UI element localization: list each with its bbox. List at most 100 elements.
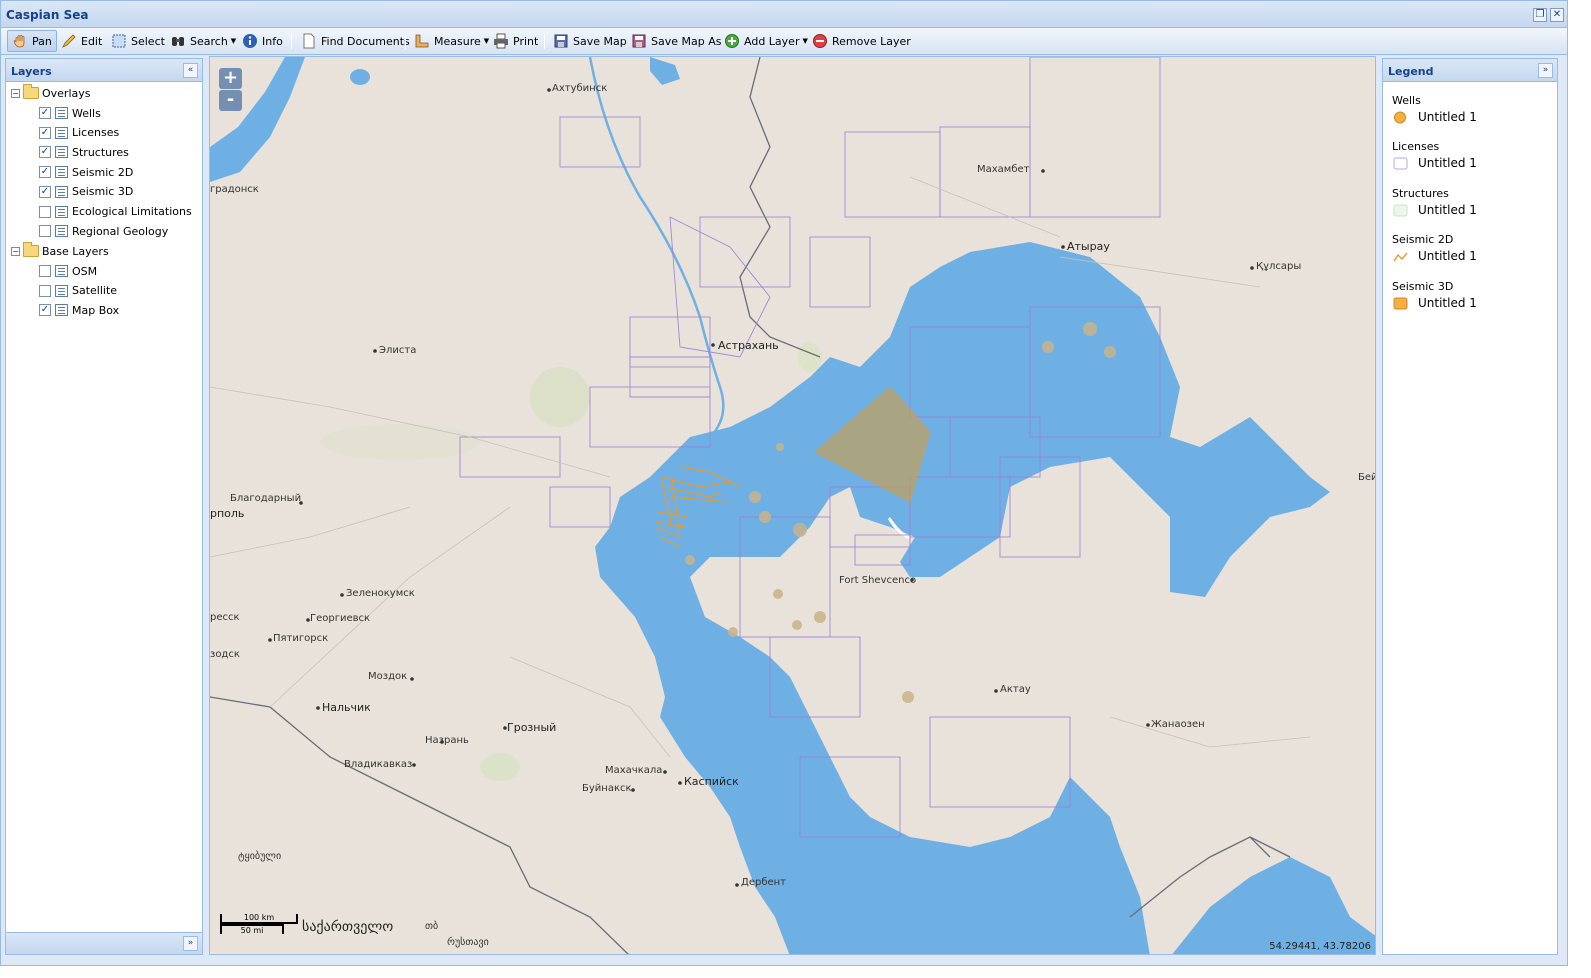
app-window: Caspian Sea ❐ ✕ Pan Edit Select Search ▼ …: [0, 0, 1568, 966]
layer-checkbox[interactable]: ✓: [39, 185, 51, 198]
layer-checkbox[interactable]: ✓: [39, 107, 51, 119]
legend-group-title: Structures: [1392, 186, 1449, 200]
layer-checkbox[interactable]: ✓: [39, 126, 51, 139]
layer-item[interactable]: OSM: [39, 261, 97, 281]
map-label-vladikavkaz: Владикавказ: [344, 759, 413, 770]
folder-icon: [23, 84, 39, 99]
map-label-opol: рполь: [210, 507, 245, 520]
layer-item[interactable]: Ecological Limitations: [39, 202, 192, 222]
map-label-astrakhan: Астрахань: [718, 339, 779, 352]
layer-item[interactable]: ✓ Seismic 3D: [39, 182, 133, 202]
legend-group: Seismic 3D Untitled 1: [1392, 280, 1477, 310]
restore-icon[interactable]: ❐: [1533, 8, 1547, 22]
layer-icon: [55, 304, 68, 317]
layer-icon: [55, 205, 68, 218]
window-title: Caspian Sea: [6, 8, 89, 22]
folder-label: Overlays: [42, 86, 91, 100]
measure-button[interactable]: Measure ▼: [410, 30, 493, 52]
collapse-left-icon[interactable]: «: [183, 63, 198, 78]
layer-item[interactable]: ✓ Seismic 2D: [39, 162, 133, 182]
scale-bar: 100 km 50 mi: [220, 914, 300, 940]
tree-folder-overlays[interactable]: − Overlays: [11, 83, 91, 103]
measure-label: Measure: [434, 34, 481, 48]
layer-item[interactable]: ✓ Licenses: [39, 123, 119, 143]
binoculars-icon: [170, 33, 186, 49]
info-icon: [242, 33, 258, 49]
chevron-down-icon: ▼: [230, 37, 237, 45]
map-label-georgia-small: თბ: [425, 921, 439, 932]
map-label-derbent: Дербент: [741, 877, 786, 888]
layer-item[interactable]: Regional Geology: [39, 221, 168, 241]
legend-group-title: Wells: [1392, 94, 1421, 107]
layer-checkbox[interactable]: [39, 205, 51, 218]
legend-entry-label: Untitled 1: [1418, 202, 1477, 217]
map-label-tkibuli: ტყიბული: [238, 851, 282, 862]
layer-checkbox[interactable]: ✓: [39, 304, 51, 317]
tree-folder-base-layers[interactable]: − Base Layers: [11, 241, 109, 261]
legend-group: Wells Untitled 1: [1392, 94, 1477, 124]
legend-entry: Untitled 1: [1393, 156, 1477, 170]
map-label-elista: Элиста: [379, 345, 417, 356]
map-label-rustavi: რუსთავი: [447, 937, 489, 948]
layer-checkbox[interactable]: [39, 225, 51, 238]
pan-label: Pan: [32, 34, 52, 48]
map-viewport[interactable]: + - Ахтубинск Махамбет Атырау Құлсары гр…: [209, 56, 1376, 955]
map-label-georgievsk: Георгиевск: [310, 613, 371, 624]
add-layer-button[interactable]: Add Layer ▼: [720, 30, 812, 52]
legend-group: Structures Untitled 1: [1392, 187, 1477, 217]
layer-icon: [55, 107, 68, 119]
map-label-atyrau: Атырау: [1067, 240, 1110, 253]
legend-swatch-icon: [1393, 111, 1408, 124]
zoom-in-button[interactable]: +: [219, 68, 242, 89]
collapse-toggle-icon[interactable]: −: [11, 88, 20, 98]
close-icon[interactable]: ✕: [1550, 8, 1564, 22]
layer-checkbox[interactable]: [39, 265, 51, 277]
zoom-out-button[interactable]: -: [219, 90, 242, 111]
title-bar: Caspian Sea ❐ ✕: [1, 1, 1567, 28]
map-label-blagodarny: Благодарный: [230, 493, 302, 504]
expand-down-icon[interactable]: »: [183, 936, 198, 951]
layer-item[interactable]: Satellite: [39, 281, 117, 301]
collapse-right-icon[interactable]: »: [1538, 63, 1553, 78]
map-label-fort-shevcenco: Fort Shevcenco: [839, 575, 917, 586]
find-documents-button[interactable]: Find Documents: [297, 30, 414, 52]
legend-panel-title: Legend: [1388, 65, 1434, 78]
toolbar: Pan Edit Select Search ▼ Info Find Docume…: [1, 28, 1567, 55]
save-map-button[interactable]: Save Map: [549, 30, 631, 52]
map-label-grozny: Грозный: [507, 721, 557, 734]
scale-mi: 50 mi: [220, 924, 284, 935]
legend-panel: Legend » Wells Untitled 1 Licenses Untitled…: [1382, 58, 1558, 955]
collapse-toggle-icon[interactable]: −: [11, 246, 20, 256]
document-icon: [301, 33, 317, 49]
layer-checkbox[interactable]: ✓: [39, 146, 51, 159]
info-label: Info: [262, 34, 283, 48]
layer-item[interactable]: ✓ Structures: [39, 142, 129, 162]
legend-entry: Untitled 1: [1393, 110, 1477, 124]
layer-checkbox[interactable]: ✓: [39, 166, 51, 179]
layer-label: Seismic 3D: [72, 185, 134, 199]
edit-button[interactable]: Edit: [57, 30, 106, 52]
layer-checkbox[interactable]: [39, 284, 51, 297]
map-label-vodsk: зодск: [210, 649, 240, 660]
search-button[interactable]: Search ▼: [166, 30, 240, 52]
save-map-as-button[interactable]: Save Map As: [627, 30, 725, 52]
add-icon: [724, 33, 740, 49]
remove-layer-button[interactable]: Remove Layer: [808, 30, 915, 52]
legend-group-title: Seismic 2D: [1392, 233, 1454, 247]
scale-km: 100 km: [220, 914, 298, 924]
legend-entry: Untitled 1: [1393, 249, 1477, 263]
edit-label: Edit: [81, 34, 103, 48]
folder-icon: [23, 242, 39, 257]
info-button[interactable]: Info: [238, 30, 287, 52]
layer-label: Regional Geology: [72, 224, 169, 238]
layer-item[interactable]: ✓ Wells: [39, 103, 101, 123]
map-label-mozdok: Моздок: [368, 671, 408, 682]
print-button[interactable]: Print: [489, 30, 542, 52]
select-button[interactable]: Select: [107, 30, 169, 52]
legend-group-title: Seismic 3D: [1392, 279, 1454, 293]
layer-label: Satellite: [72, 284, 118, 298]
map-canvas[interactable]: [210, 57, 1376, 955]
pan-button[interactable]: Pan: [7, 30, 57, 52]
map-label-makhambet: Махамбет: [977, 164, 1030, 175]
layer-item[interactable]: ✓ Map Box: [39, 300, 119, 320]
